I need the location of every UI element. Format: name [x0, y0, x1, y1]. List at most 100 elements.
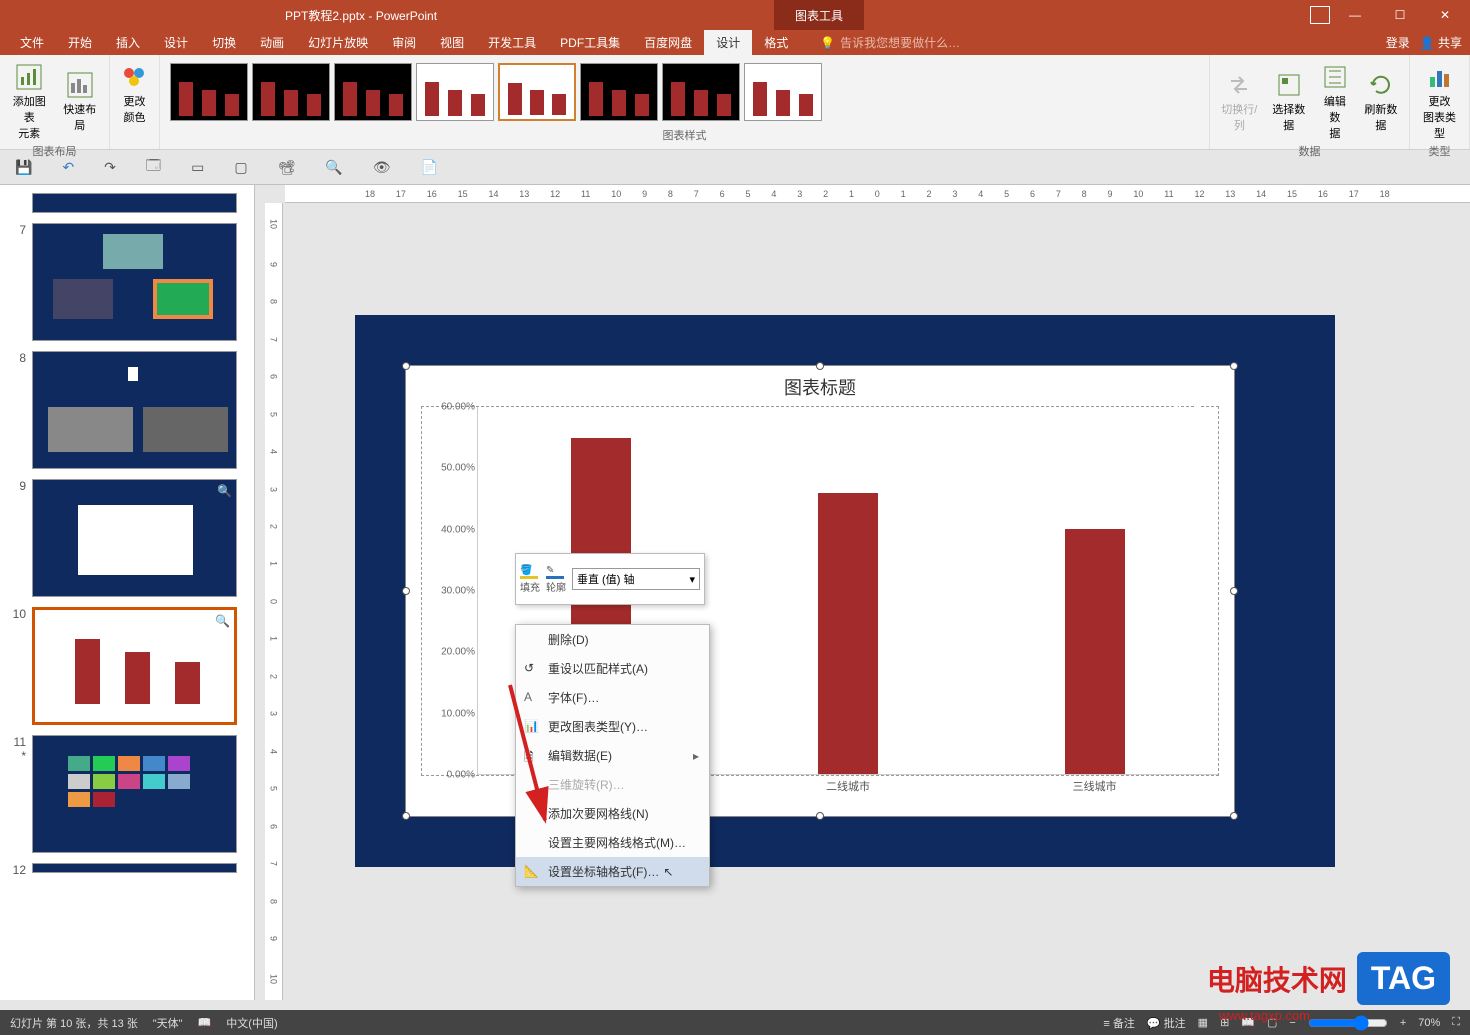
watermark-tag: TAG: [1357, 952, 1450, 1005]
menu-font[interactable]: A字体(F)…: [516, 683, 709, 712]
chart-style-7[interactable]: [662, 63, 740, 121]
tell-me-search[interactable]: 💡 告诉我您想要做什么…: [820, 34, 960, 51]
menu-change-chart-type[interactable]: 📊更改图表类型(Y)…: [516, 712, 709, 741]
language-indicator[interactable]: 中文(中国): [226, 1015, 277, 1031]
tab-view[interactable]: 视图: [428, 30, 476, 55]
tab-pdf-tools[interactable]: PDF工具集: [548, 30, 632, 55]
start-from-beginning-button[interactable]: ▢: [234, 159, 247, 176]
tab-review[interactable]: 审阅: [380, 30, 428, 55]
slide-thumb-8[interactable]: [32, 351, 237, 469]
tab-slideshow[interactable]: 幻灯片放映: [296, 30, 380, 55]
tab-design[interactable]: 设计: [152, 30, 200, 55]
chart-title[interactable]: 图表标题: [406, 366, 1234, 408]
tab-chart-design[interactable]: 设计: [704, 30, 752, 55]
chart-style-8[interactable]: [744, 63, 822, 121]
menu-delete[interactable]: 删除(D): [516, 625, 709, 654]
resize-handle[interactable]: [1230, 812, 1238, 820]
slide-thumb-11[interactable]: [32, 735, 237, 853]
fit-to-window-button[interactable]: ⛶: [1452, 1016, 1460, 1029]
slide-canvas[interactable]: 图表标题 60.00%50.00%40.00%30.00%20.00%10.00…: [355, 315, 1335, 867]
tab-home[interactable]: 开始: [56, 30, 104, 55]
qat-btn-8[interactable]: 🔍: [325, 159, 342, 176]
change-chart-type-button[interactable]: 更改 图表类型: [1416, 59, 1463, 143]
resize-handle[interactable]: [402, 362, 410, 370]
qat-btn-5[interactable]: ▭: [191, 159, 204, 176]
share-button[interactable]: 👤 共享: [1420, 34, 1462, 51]
tab-insert[interactable]: 插入: [104, 30, 152, 55]
resize-handle[interactable]: [816, 362, 824, 370]
comments-button[interactable]: 💬 批注: [1147, 1015, 1186, 1031]
tab-chart-format[interactable]: 格式: [752, 30, 800, 55]
select-data-button[interactable]: 选择数据: [1267, 59, 1311, 143]
qat-btn-4[interactable]: 🗔: [146, 155, 161, 179]
fill-icon: 🪣: [520, 565, 540, 579]
chart-style-4[interactable]: [416, 63, 494, 121]
menu-edit-data[interactable]: 🗎编辑数据(E)▸: [516, 741, 709, 770]
resize-handle[interactable]: [402, 812, 410, 820]
menu-format-axis[interactable]: 📐设置坐标轴格式(F)…↖: [516, 857, 709, 886]
ribbon-display-options-button[interactable]: [1310, 6, 1330, 24]
zoom-slider[interactable]: [1308, 1015, 1388, 1031]
switch-row-col-button[interactable]: 切换行/列: [1216, 59, 1263, 143]
refresh-data-button[interactable]: 刷新数据: [1359, 59, 1403, 143]
chart-style-3[interactable]: [334, 63, 412, 121]
bar-二线城市[interactable]: [818, 493, 878, 774]
chart-style-6[interactable]: [580, 63, 658, 121]
qat-btn-7[interactable]: 📽: [278, 159, 296, 176]
tab-developer[interactable]: 开发工具: [476, 30, 548, 55]
save-button[interactable]: 💾: [15, 159, 32, 176]
chart-styles-gallery[interactable]: [166, 59, 1203, 125]
switch-icon: [1223, 69, 1255, 101]
chart-style-2[interactable]: [252, 63, 330, 121]
tab-baidu-netdisk[interactable]: 百度网盘: [632, 30, 704, 55]
slide-thumb-9[interactable]: 🔍: [32, 479, 237, 597]
colors-icon: [119, 61, 151, 93]
axis-icon: 📐: [524, 864, 540, 880]
ribbon-group-data-label: 数据: [1216, 143, 1403, 161]
redo-button[interactable]: ↷: [104, 159, 116, 176]
quick-layout-button[interactable]: 快速布局: [57, 59, 104, 143]
slide-thumb-12-partial[interactable]: [32, 863, 237, 873]
spellcheck-icon[interactable]: 📖: [198, 1016, 212, 1029]
close-button[interactable]: ✕: [1430, 8, 1460, 22]
slide-thumb-6-partial[interactable]: [32, 193, 237, 213]
slide-counter[interactable]: 幻灯片 第 10 张，共 13 张: [10, 1015, 138, 1031]
slide-thumb-7[interactable]: [32, 223, 237, 341]
fill-button[interactable]: 🪣 填充: [520, 565, 540, 594]
edit-data-button[interactable]: 编辑数 据: [1315, 59, 1355, 143]
add-chart-element-button[interactable]: 添加图表 元素: [6, 59, 53, 143]
qat-btn-10[interactable]: 📄: [421, 159, 438, 176]
change-colors-button[interactable]: 更改 颜色: [116, 59, 153, 127]
menu-reset-style[interactable]: ↺重设以匹配样式(A): [516, 654, 709, 683]
resize-handle[interactable]: [816, 812, 824, 820]
chart-style-5[interactable]: [498, 63, 576, 121]
tab-file[interactable]: 文件: [8, 30, 56, 55]
bar-三线城市[interactable]: [1065, 529, 1125, 774]
slide-thumb-10[interactable]: 🔍: [32, 607, 237, 725]
qat-btn-9[interactable]: 👁: [373, 159, 391, 176]
resize-handle[interactable]: [1230, 362, 1238, 370]
menu-format-major-gridlines[interactable]: 设置主要网格线格式(M)…: [516, 828, 709, 857]
tab-animations[interactable]: 动画: [248, 30, 296, 55]
tab-transitions[interactable]: 切换: [200, 30, 248, 55]
slide-thumbnail-panel[interactable]: 7 8 9 🔍 10 🔍: [0, 185, 255, 1000]
resize-handle[interactable]: [402, 587, 410, 595]
menu-add-minor-gridlines[interactable]: 添加次要网格线(N): [516, 799, 709, 828]
y-axis[interactable]: 60.00%50.00%40.00%30.00%20.00%10.00%0.00…: [422, 407, 477, 775]
slide-number: 11*: [8, 735, 26, 853]
undo-button[interactable]: ↶: [62, 159, 74, 176]
zoom-in-button[interactable]: +: [1400, 1017, 1406, 1029]
slide-number: [8, 193, 26, 213]
maximize-button[interactable]: ☐: [1385, 8, 1415, 22]
slide-editor[interactable]: 1817161514131211109876543210123456789101…: [255, 185, 1470, 1000]
chart-style-1[interactable]: [170, 63, 248, 121]
outline-button[interactable]: ✎ 轮廓: [546, 565, 566, 594]
axis-select[interactable]: 垂直 (值) 轴 ▾: [572, 568, 700, 590]
zoom-level[interactable]: 70%: [1418, 1017, 1440, 1029]
login-button[interactable]: 登录: [1386, 34, 1410, 51]
resize-handle[interactable]: [1230, 587, 1238, 595]
notes-button[interactable]: ≡ 备注: [1103, 1015, 1134, 1031]
minimize-button[interactable]: —: [1340, 8, 1370, 22]
magnifier-icon: [1169, 396, 1214, 446]
normal-view-button[interactable]: ▦: [1198, 1016, 1208, 1029]
